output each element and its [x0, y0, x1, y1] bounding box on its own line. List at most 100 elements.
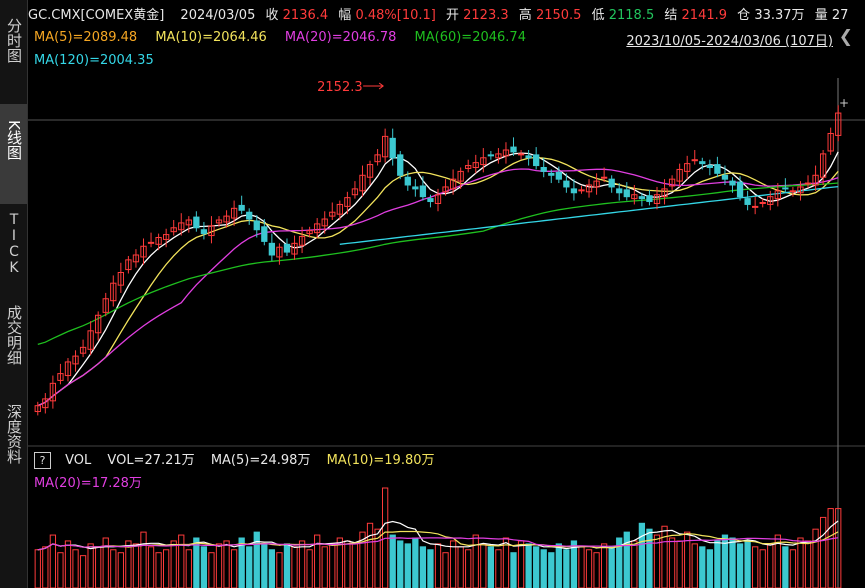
- candle-body: [283, 243, 291, 253]
- volume-bar: [329, 543, 336, 588]
- volume-bar: [608, 546, 615, 588]
- candle-body: [261, 226, 268, 242]
- candle-body: [789, 190, 797, 193]
- volume-bar: [163, 549, 170, 588]
- candle-body: [389, 137, 396, 159]
- candle-body: [699, 161, 706, 165]
- volume-bar: [298, 540, 306, 588]
- candle-body: [268, 242, 276, 256]
- volume-bar: [548, 552, 555, 588]
- volume-bar: [578, 546, 585, 588]
- candle-body: [578, 189, 585, 192]
- candle-body: [616, 188, 623, 194]
- volume-bar: [472, 534, 479, 588]
- candle-body: [804, 182, 812, 185]
- volume-bar: [638, 522, 646, 588]
- candle-body: [555, 171, 562, 180]
- volume-bar: [366, 522, 374, 588]
- candle-body: [404, 176, 411, 186]
- volume-bar: [646, 528, 653, 588]
- candle-body: [200, 229, 208, 235]
- vol-ma20: MA(20)=17.28万: [34, 476, 142, 491]
- volume-bar: [797, 537, 804, 588]
- candle-body: [487, 154, 495, 157]
- candle-body: [427, 198, 434, 203]
- volume-legend: ? VOL VOL=27.21万 MA(5)=24.98万 MA(10)=19.…: [34, 449, 447, 469]
- volume-bar: [140, 531, 147, 588]
- candle-body: [193, 216, 200, 229]
- candle-body: [752, 205, 759, 208]
- vol-ma5: MA(5)=24.98万: [210, 453, 311, 468]
- volume-bar: [268, 549, 276, 588]
- volume-bar: [804, 540, 812, 588]
- max-annotation: 2152.3: [317, 80, 384, 95]
- volume-bar: [57, 552, 64, 588]
- volume-bar: [533, 546, 540, 588]
- volume-bar: [585, 549, 593, 588]
- candle-body: [397, 154, 404, 176]
- volume-bar: [623, 531, 630, 588]
- volume-bar: [276, 552, 283, 588]
- volume-bar: [170, 540, 177, 588]
- candle-body: [510, 146, 517, 153]
- volume-bar: [253, 531, 260, 588]
- volume-bar: [759, 549, 766, 588]
- volume-bar: [752, 546, 759, 588]
- candle-body: [517, 153, 525, 156]
- volume-bar: [49, 534, 57, 588]
- volume-bar: [495, 549, 502, 588]
- help-icon[interactable]: ?: [34, 452, 51, 469]
- candle-body: [691, 159, 698, 162]
- volume-bar: [261, 543, 268, 588]
- volume-bar: [789, 549, 797, 588]
- volume-bar: [691, 543, 698, 588]
- volume-bar: [480, 543, 487, 588]
- volume-bar: [600, 543, 608, 588]
- volume-bar: [449, 540, 457, 588]
- volume-bar: [744, 540, 751, 588]
- volume-bar: [706, 549, 713, 588]
- volume-bar: [42, 546, 49, 588]
- volume-bar: [306, 549, 313, 588]
- volume-bar: [487, 546, 495, 588]
- volume-bar: [465, 549, 472, 588]
- volume-bar: [87, 543, 94, 588]
- candle-body: [744, 198, 751, 205]
- volume-bar: [631, 540, 638, 588]
- volume-bar: [427, 549, 434, 588]
- volume-bar: [389, 534, 396, 588]
- volume-bar: [767, 543, 774, 588]
- volume-bar: [110, 549, 117, 588]
- volume-bar: [185, 549, 192, 588]
- volume-bar: [200, 546, 208, 588]
- volume-bar: [442, 552, 449, 588]
- volume-bar: [34, 549, 41, 588]
- volume-bar: [555, 543, 562, 588]
- volume-bar: [230, 549, 238, 588]
- candle-body: [623, 189, 630, 198]
- volume-bar: [540, 549, 547, 588]
- kline-chart: 2152.3: [28, 78, 865, 588]
- candle-body: [706, 165, 713, 169]
- volume-bar: [736, 543, 744, 588]
- volume-bar: [178, 534, 185, 588]
- candle-body: [548, 172, 555, 176]
- candle-body: [759, 202, 766, 204]
- volume-bar: [434, 543, 442, 588]
- candlesticks: [34, 105, 842, 416]
- candle-body: [646, 195, 653, 203]
- volume-bar: [223, 540, 230, 588]
- volume-bar: [525, 543, 532, 588]
- volume-bar: [812, 528, 819, 588]
- candle-body: [246, 211, 253, 220]
- volume-bar: [563, 549, 570, 588]
- candle-body: [736, 181, 744, 198]
- volume-bar: [782, 546, 789, 588]
- volume-bar: [397, 540, 404, 588]
- candle-body: [540, 167, 547, 172]
- volume-bar: [79, 555, 87, 588]
- volume-bar: [819, 516, 827, 588]
- volume-bar: [95, 546, 102, 588]
- volume-bar: [661, 525, 668, 588]
- crosshair-plus-icon[interactable]: +: [839, 96, 849, 110]
